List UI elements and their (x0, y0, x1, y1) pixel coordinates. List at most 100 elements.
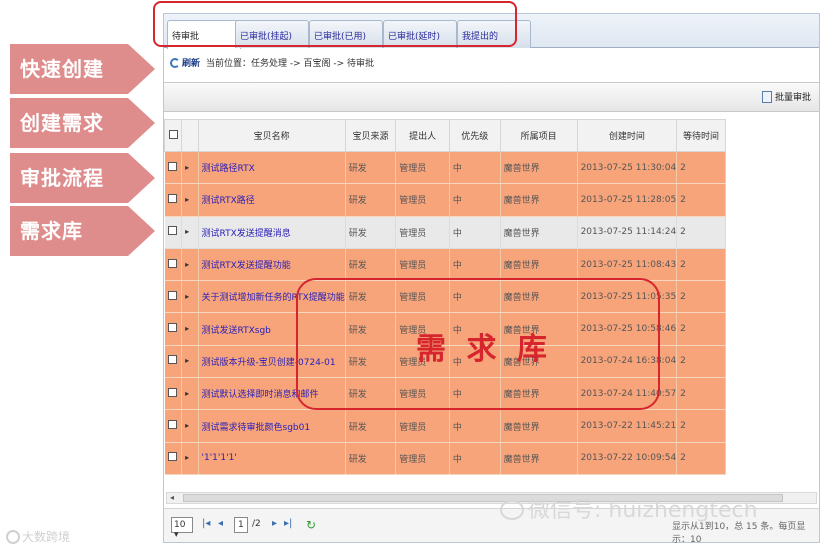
total-pages: /2 (252, 519, 261, 529)
row-checkbox[interactable] (167, 193, 177, 203)
refresh-icon[interactable] (170, 58, 180, 68)
table-row[interactable]: ▸ 测试RTX发送提醒功能 研发 管理员中魔兽世界 2013-07-25 11:08:4… (164, 248, 819, 282)
filler-cell (725, 183, 819, 217)
menu-item-quick-create[interactable]: 快速创建 (10, 44, 155, 94)
row-checkbox[interactable] (167, 323, 177, 333)
cell-name[interactable]: '1'1'1'1' (198, 442, 346, 475)
select-all-checkbox[interactable] (168, 129, 178, 139)
expand-header-cell (181, 119, 199, 152)
cell-name[interactable]: 测试需求待审批颜色sgb01 (198, 409, 346, 443)
cell-wait: 2 (676, 280, 726, 314)
menu-item-label: 创建需求 (20, 111, 104, 135)
refresh-link[interactable]: 刷新 (182, 59, 200, 69)
filler-cell (725, 442, 819, 475)
filler-cell (725, 216, 819, 249)
column-header[interactable]: 宝贝来源 (344, 119, 397, 152)
menu-item-approval-flow[interactable]: 审批流程 (10, 153, 155, 203)
row-expand-cell: ▸ (181, 151, 199, 185)
cell-priority: 中 (449, 409, 501, 443)
cell-name[interactable]: 测试路径RTX (198, 151, 346, 185)
cell-time: 2013-07-25 11:28:05 (577, 183, 678, 217)
wechat-id: 微信号: huizhengtech (528, 498, 758, 523)
expand-arrow-icon[interactable]: ▸ (185, 389, 189, 398)
cell-name[interactable]: 测试RTX路径 (198, 183, 346, 217)
cell-source: 研发 (345, 442, 397, 475)
expand-arrow-icon[interactable]: ▸ (185, 324, 189, 333)
row-expand-cell: ▸ (181, 377, 199, 411)
column-header[interactable]: 优先级 (448, 119, 501, 152)
row-checkbox[interactable] (167, 290, 177, 300)
cell-priority: 中 (449, 442, 501, 475)
filler-cell (725, 409, 819, 443)
column-header[interactable]: 提出人 (395, 119, 450, 152)
menu-item-label: 需求库 (20, 219, 83, 243)
filler-cell (725, 280, 819, 313)
menu-item-label: 审批流程 (20, 166, 104, 190)
column-header[interactable]: 宝贝名称 (197, 119, 346, 152)
expand-arrow-icon[interactable]: ▸ (185, 163, 189, 172)
expand-arrow-icon[interactable]: ▸ (185, 292, 189, 301)
table-row[interactable]: ▸ 测试路径RTX 研发 管理员中魔兽世界 2013-07-25 11:30:04 2 (164, 151, 819, 185)
next-page-icon[interactable]: ▸ (272, 518, 277, 529)
page-size-select[interactable]: 10 ▾ (171, 517, 193, 540)
table-row[interactable]: ▸ 测试RTX发送提醒消息 研发 管理员中魔兽世界 2013-07-25 11:14:2… (164, 216, 819, 249)
table-row[interactable]: ▸ 测试需求待审批颜色sgb01 研发 管理员中魔兽世界 2013-07-22 11:4… (164, 409, 819, 443)
cell-wait: 2 (676, 248, 726, 282)
column-header[interactable]: 创建时间 (576, 119, 678, 152)
reload-icon[interactable]: ↻ (306, 518, 316, 532)
expand-arrow-icon[interactable]: ▸ (185, 421, 189, 430)
menu-item-create-requirement[interactable]: 创建需求 (10, 98, 155, 148)
cell-source: 研发 (345, 248, 397, 282)
expand-arrow-icon[interactable]: ▸ (185, 195, 189, 204)
cell-source: 研发 (345, 151, 397, 185)
document-icon (761, 91, 772, 103)
logo-icon (6, 530, 20, 544)
expand-arrow-icon[interactable]: ▸ (185, 356, 189, 365)
cell-name[interactable]: 测试RTX发送提醒功能 (198, 248, 346, 282)
expand-arrow-icon[interactable]: ▸ (185, 453, 189, 462)
table-row[interactable]: ▸ '1'1'1'1' 研发 管理员中魔兽世界 2013-07-22 10:09:54 2 (164, 442, 819, 475)
wechat-icon (500, 500, 524, 520)
cell-source: 研发 (345, 183, 397, 217)
row-checkbox[interactable] (167, 161, 177, 171)
row-checkbox[interactable] (167, 355, 177, 365)
row-checkbox[interactable] (167, 387, 177, 397)
cell-project: 魔兽世界 (500, 183, 578, 217)
row-checkbox[interactable] (167, 452, 177, 462)
batch-approve-button[interactable]: 批量审批 (761, 90, 811, 103)
prev-page-icon[interactable]: ◂ (218, 518, 223, 529)
filler-cell (725, 248, 819, 281)
first-page-icon[interactable]: |◂ (202, 518, 210, 529)
cell-proposer: 管理员 (395, 151, 450, 185)
row-expand-cell: ▸ (181, 312, 199, 346)
cell-proposer: 管理员 (395, 409, 450, 443)
toolbar: 批量审批 (164, 82, 819, 112)
row-expand-cell: ▸ (181, 248, 199, 282)
row-checkbox[interactable] (167, 226, 177, 236)
row-select-cell (164, 183, 183, 217)
cell-wait: 2 (676, 183, 726, 217)
cell-name[interactable]: 测试RTX发送提醒消息 (198, 216, 346, 249)
expand-arrow-icon[interactable]: ▸ (185, 260, 189, 269)
menu-item-requirement-library[interactable]: 需求库 (10, 206, 155, 256)
table-row[interactable]: ▸ 测试RTX路径 研发 管理员中魔兽世界 2013-07-25 11:28:05 2 (164, 183, 819, 217)
cell-source: 研发 (345, 409, 397, 443)
row-select-cell (164, 216, 183, 249)
column-header[interactable]: 所属项目 (499, 119, 578, 152)
filler-cell (725, 377, 819, 410)
scroll-left-icon[interactable]: ◂ (170, 493, 174, 502)
brand-logo: 大数跨境 (6, 528, 70, 545)
row-checkbox[interactable] (167, 258, 177, 268)
page-number-input[interactable]: 1 (234, 517, 248, 533)
cell-project: 魔兽世界 (500, 409, 578, 443)
row-select-cell (164, 442, 183, 475)
expand-arrow-icon[interactable]: ▸ (185, 227, 189, 236)
last-page-icon[interactable]: ▸| (284, 518, 292, 529)
cell-source: 研发 (345, 216, 397, 249)
row-expand-cell: ▸ (181, 409, 199, 443)
cell-priority: 中 (449, 248, 501, 282)
menu-item-label: 快速创建 (20, 57, 104, 81)
column-header[interactable]: 等待时间 (676, 119, 726, 152)
row-select-cell (164, 280, 183, 314)
row-checkbox[interactable] (167, 420, 177, 430)
